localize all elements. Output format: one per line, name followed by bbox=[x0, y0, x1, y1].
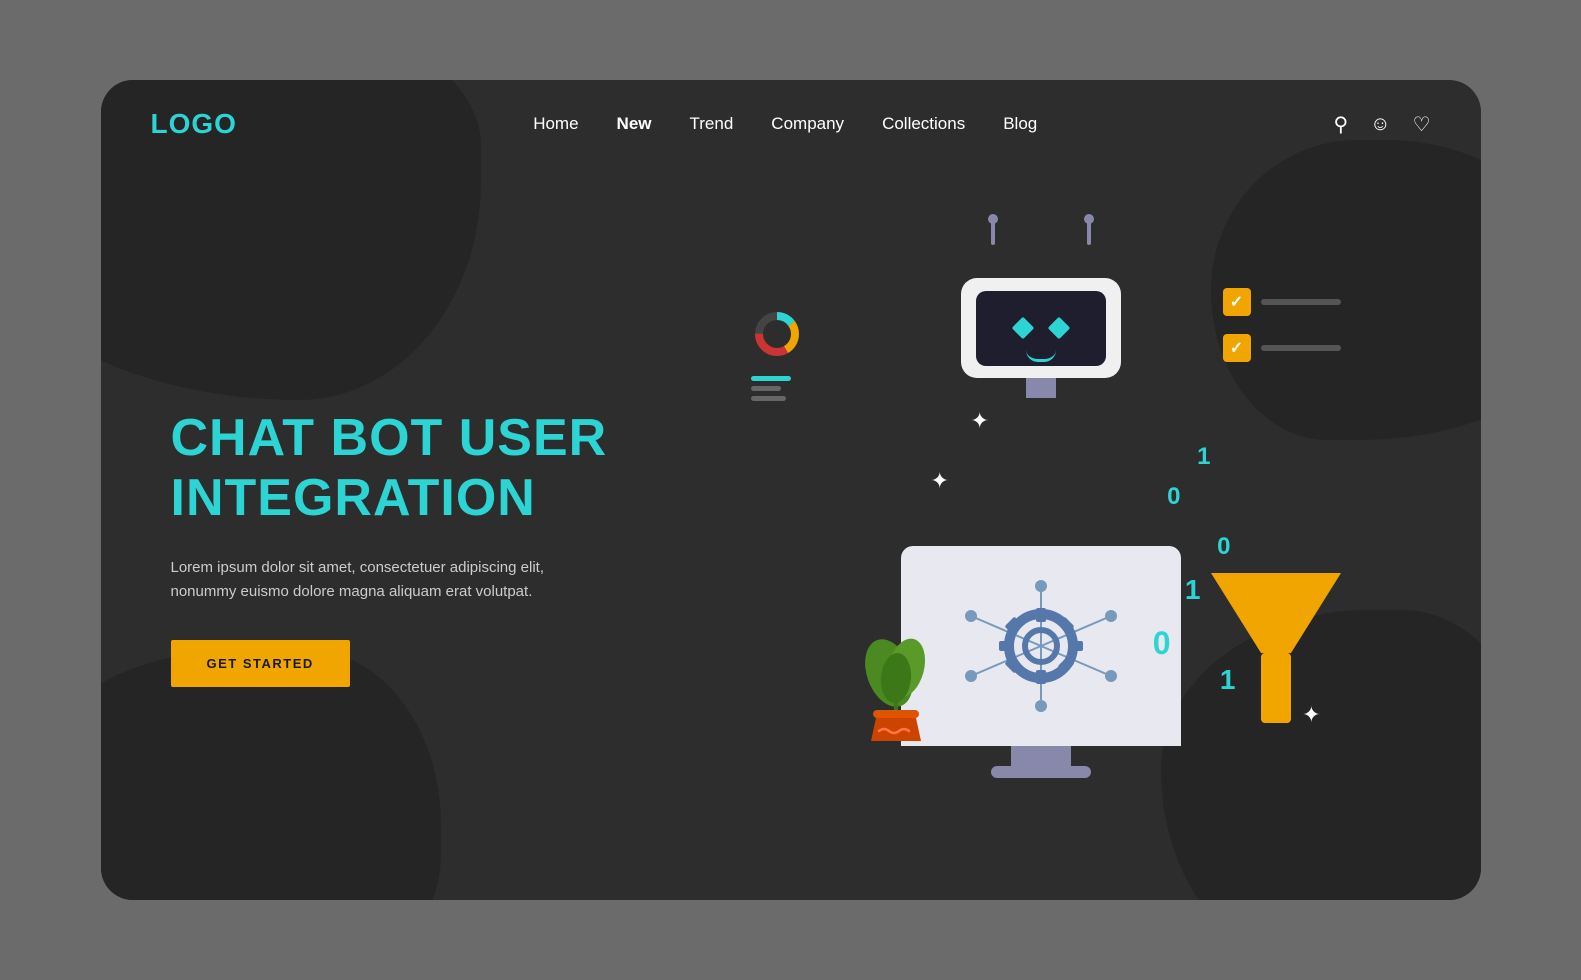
nav-item-home[interactable]: Home bbox=[533, 114, 578, 134]
binary-digit: 0 bbox=[1167, 478, 1180, 516]
get-started-button[interactable]: GET STARTED bbox=[171, 640, 350, 687]
robot-eye-diamond-left bbox=[1011, 317, 1034, 340]
binary-digit: 1 bbox=[1197, 438, 1210, 476]
robot bbox=[961, 248, 1121, 398]
page-card: LOGO Home New Trend Company Collections … bbox=[101, 80, 1481, 900]
check-item-1: ✓ bbox=[1223, 288, 1341, 316]
hero-illustration: 1 0 0 1 0 1 ✓ ✓ bbox=[651, 188, 1431, 888]
robot-eye-diamond-right bbox=[1047, 317, 1070, 340]
nav-item-new[interactable]: New bbox=[617, 114, 652, 134]
hero-headline: CHAT BOT USER INTEGRATION bbox=[171, 409, 651, 529]
checklist: ✓ ✓ bbox=[1223, 288, 1341, 362]
nav-item-collections[interactable]: Collections bbox=[882, 114, 965, 134]
heart-icon[interactable]: ♡ bbox=[1413, 112, 1431, 137]
checkbox-2: ✓ bbox=[1223, 334, 1251, 362]
sparkle-icon: ✦ bbox=[971, 408, 989, 434]
chart-bars bbox=[751, 376, 791, 401]
monitor-base bbox=[991, 766, 1091, 778]
nav-item-company[interactable]: Company bbox=[771, 114, 844, 134]
user-icon[interactable]: ☺ bbox=[1370, 113, 1390, 136]
logo[interactable]: LOGO bbox=[151, 108, 237, 140]
hero-left: CHAT BOT USER INTEGRATION Lorem ipsum do… bbox=[171, 389, 651, 688]
monitor bbox=[901, 546, 1181, 778]
nav-icon-group: ⚲ ☺ ♡ bbox=[1333, 112, 1430, 137]
chart-bar bbox=[751, 396, 786, 401]
search-icon[interactable]: ⚲ bbox=[1333, 112, 1348, 137]
robot-antenna-left bbox=[991, 220, 995, 245]
donut-chart bbox=[751, 308, 803, 360]
binary-digit: 1 bbox=[1185, 568, 1201, 613]
nav-item-trend[interactable]: Trend bbox=[690, 114, 734, 134]
robot-eye-right bbox=[1051, 320, 1067, 336]
nav-links: Home New Trend Company Collections Blog bbox=[533, 114, 1037, 134]
check-item-2: ✓ bbox=[1223, 334, 1341, 362]
sparkle-icon: ✦ bbox=[931, 468, 949, 494]
main-content: CHAT BOT USER INTEGRATION Lorem ipsum do… bbox=[101, 168, 1481, 888]
robot-eye-left bbox=[1015, 320, 1031, 336]
funnel-svg bbox=[1201, 563, 1351, 743]
checkbox-1: ✓ bbox=[1223, 288, 1251, 316]
plant-svg bbox=[861, 623, 931, 743]
illustration-container: 1 0 0 1 0 1 ✓ ✓ bbox=[731, 248, 1351, 828]
binary-digit: 0 bbox=[1153, 618, 1171, 669]
headline-line2: INTEGRATION bbox=[171, 469, 536, 527]
robot-antenna-right bbox=[1087, 220, 1091, 245]
hero-description: Lorem ipsum dolor sit amet, consectetuer… bbox=[171, 556, 551, 604]
robot-neck bbox=[1026, 378, 1056, 398]
sparkle-icon: ✦ bbox=[1302, 702, 1320, 728]
chart-element bbox=[751, 308, 803, 401]
navbar: LOGO Home New Trend Company Collections … bbox=[101, 80, 1481, 168]
headline-line1: CHAT BOT USER bbox=[171, 409, 608, 467]
funnel bbox=[1201, 563, 1351, 748]
plant bbox=[861, 623, 931, 748]
robot-head bbox=[961, 278, 1121, 378]
binary-digit: 1 bbox=[1220, 658, 1236, 703]
binary-digit: 0 bbox=[1217, 528, 1230, 566]
monitor-stand bbox=[1011, 746, 1071, 766]
chart-bar bbox=[751, 386, 781, 391]
nav-item-blog[interactable]: Blog bbox=[1003, 114, 1037, 134]
chart-bar bbox=[751, 376, 791, 381]
monitor-gear-diagram bbox=[941, 566, 1141, 726]
check-label-2 bbox=[1261, 345, 1341, 351]
check-label-1 bbox=[1261, 299, 1341, 305]
monitor-screen bbox=[901, 546, 1181, 746]
